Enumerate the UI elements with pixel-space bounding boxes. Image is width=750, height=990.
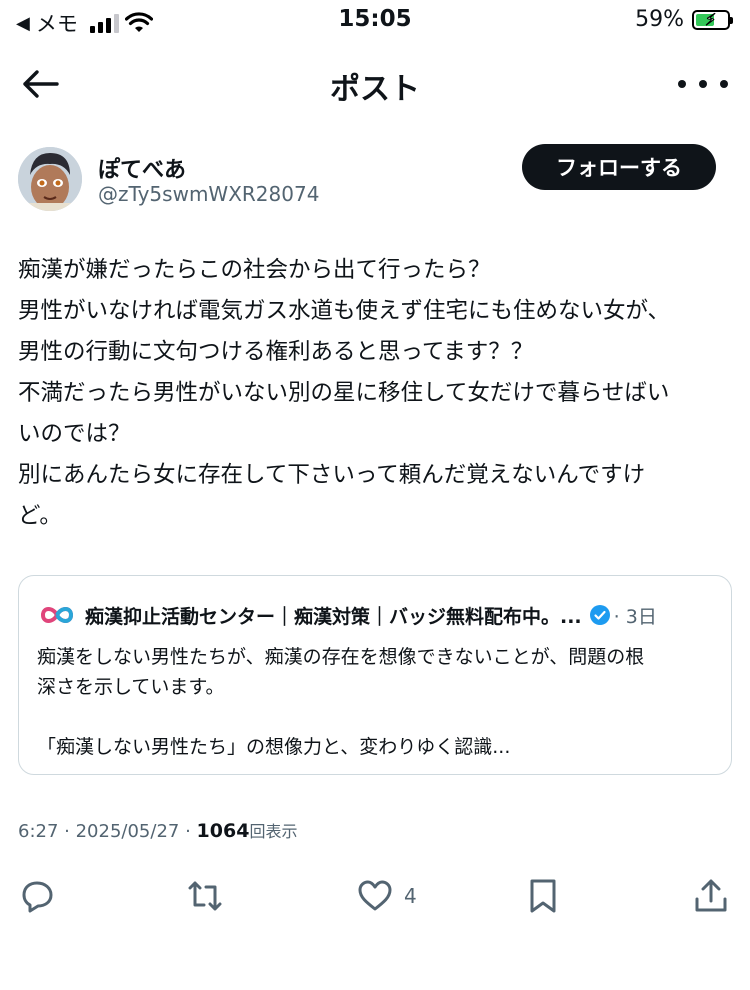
more-dot-icon [678,80,686,88]
author-row: ぽてべあ @zTy5swmWXR28074 フォローする [18,144,732,216]
tweet-line: 痴漢が嫌だったらこの社会から出て行ったら？ [18,257,491,283]
tweet-line: 男性の行動に文句つける権利あると思ってます？？ [18,339,534,365]
follow-button[interactable]: フォローする [522,144,716,190]
post-date: 2025/05/27 [75,821,180,842]
display-name[interactable]: ぽてべあ [98,152,186,184]
view-count-label: 回表示 [249,822,298,841]
tweet-line: 不満だったら男性がいない別の星に移住して女だけで暮らせばい [18,380,670,406]
tweet-text: 痴漢が嫌だったらこの社会から出て行ったら？ 男性がいなければ電気ガス水道も使えず… [18,250,732,537]
user-handle[interactable]: @zTy5swmWXR28074 [98,182,319,206]
quote-text: 痴漢をしない男性たちが、痴漢の存在を想像できないことが、問題の根 深さを示してい… [37,642,713,762]
avatar[interactable] [18,147,82,211]
post-meta: 6:27 · 2025/05/27 · 1064回表示 [18,820,298,842]
quote-line: 深さを示しています。 [37,676,225,698]
infinity-logo-icon [40,607,74,623]
tweet-line: 男性がいなければ電気ガス水道も使えず住宅にも住めない女が、 [18,298,671,324]
tweet-line: ど。 [18,503,62,529]
quote-date: · 3日 [613,605,657,628]
heart-icon [358,880,392,911]
tweet-line: 別にあんたら女に存在して下さいって頼んだ覚えないんですけ [18,462,646,488]
quote-line: 「痴漢しない男性たち」の想像力と、変わりゆく認識... [37,736,511,758]
share-button[interactable] [692,872,730,920]
battery-icon: ⚡ [692,9,733,30]
quote-account-name: 痴漢抑止活動センター｜痴漢対策｜バッジ無料配布中。... [85,605,582,628]
post-time: 6:27 [18,821,59,842]
bookmark-icon [530,879,556,913]
reply-button[interactable] [18,872,56,920]
more-dot-icon [720,80,728,88]
repost-icon [188,881,222,911]
like-button[interactable]: 4 [356,872,417,920]
tweet-line: いのでは？ [18,421,131,447]
more-dot-icon [699,80,707,88]
charging-bolt-icon: ⚡ [704,9,717,29]
battery-percent: 59% [635,7,684,32]
post-header: ポスト [0,50,750,116]
reply-icon [22,881,53,913]
avatar-illustration [18,147,82,211]
repost-button[interactable] [186,872,224,920]
view-count[interactable]: 1064 [197,820,250,842]
like-count: 4 [404,884,417,908]
action-bar: 4 [0,872,750,920]
quote-line: 痴漢をしない男性たちが、痴漢の存在を想像できないことが、問題の根 [37,646,645,668]
verified-badge-icon [589,605,610,625]
share-icon [695,879,727,912]
bookmark-button[interactable] [524,872,562,920]
more-options-button[interactable] [678,64,728,104]
page-title: ポスト [330,72,420,107]
status-right: 59% ⚡ [635,7,733,32]
status-bar: ◀ メモ 15:05 59% ⚡ [0,0,750,44]
quoted-post-card[interactable]: 痴漢抑止活動センター｜痴漢対策｜バッジ無料配布中。... · 3日 痴漢をしない… [18,575,732,775]
quote-header: 痴漢抑止活動センター｜痴漢対策｜バッジ無料配布中。... · 3日 [37,601,713,629]
